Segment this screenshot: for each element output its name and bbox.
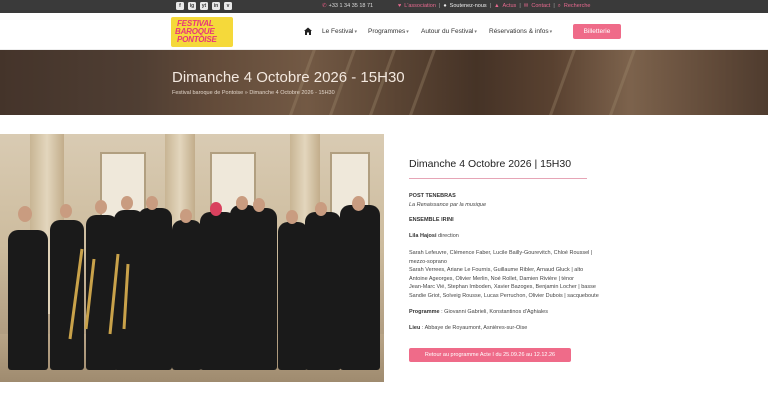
chevron-down-icon: ▾ xyxy=(406,29,409,35)
program-subtitle: La Renaissance par la musique xyxy=(409,202,487,208)
event-details: Dimanche 4 Octobre 2026 | 15H30 POST TEN… xyxy=(409,158,639,362)
musician-head xyxy=(18,206,32,222)
bell-icon: ▲ xyxy=(494,3,500,9)
musician-head xyxy=(236,196,248,210)
musician-head xyxy=(180,209,192,223)
nav-label: Le Festival xyxy=(322,28,354,35)
musician xyxy=(305,212,341,370)
musician-head xyxy=(60,204,72,218)
performer-line: Antoine Ageorges, Olivier Merlin, Noé Ro… xyxy=(409,275,574,282)
back-to-programme-button[interactable]: Retour au programme Acte I du 25.09.26 a… xyxy=(409,348,571,362)
musician xyxy=(138,208,172,370)
musician xyxy=(340,205,380,370)
nav-programmes[interactable]: Programmes▾ xyxy=(368,28,409,35)
musician-head xyxy=(210,202,222,216)
musician xyxy=(243,208,277,370)
performer-line: Sandie Griot, Solveig Rousse, Lucas Perr… xyxy=(409,292,599,299)
director-name: Lila Hajosi xyxy=(409,233,437,239)
director-role: direction xyxy=(436,233,459,239)
lieu-value: : Abbaye de Royaumont, Asnières-sur-Oise xyxy=(420,325,528,331)
main-header: FESTIVAL BAROQUE PONTOISE Le Festival▾ P… xyxy=(0,13,768,50)
breadcrumb: Festival baroque de Pontoise » Dimanche … xyxy=(172,90,335,96)
musician xyxy=(278,222,308,370)
lieu-label: Lieu xyxy=(409,325,421,331)
nav-label: Réservations & infos xyxy=(489,28,549,35)
top-link-soutenez[interactable]: Soutenez-nous xyxy=(450,3,487,10)
chevron-down-icon: ▾ xyxy=(474,29,477,35)
separator: | xyxy=(553,3,555,9)
top-link-actus[interactable]: Actus xyxy=(503,3,517,10)
top-link-association[interactable]: L'association xyxy=(404,3,436,10)
mail-icon: ✉ xyxy=(523,3,529,9)
billetterie-button[interactable]: Billetterie xyxy=(573,24,621,39)
chevron-down-icon: ▾ xyxy=(354,29,357,35)
nav-label: Programmes xyxy=(368,28,406,35)
performer-line: Jean-Marc Vié, Stephan Imboden, Xavier B… xyxy=(409,284,596,290)
director-line: Lila Hajosi direction xyxy=(409,232,459,241)
musician xyxy=(8,230,48,370)
musician xyxy=(172,220,202,370)
trombone-illustration xyxy=(68,248,130,340)
linkedin-icon[interactable]: in xyxy=(212,2,220,10)
musician-head xyxy=(121,196,133,210)
separator: | xyxy=(519,3,521,9)
musician-head xyxy=(352,196,365,211)
performer-line: Sarah Lefeuvre, Clémence Faber, Lucile B… xyxy=(409,250,593,256)
musician-head xyxy=(286,210,298,224)
performer-line: Sarah Verrees, Ariane Le Fournis, Guilla… xyxy=(409,267,584,273)
nav-autour[interactable]: Autour du Festival▾ xyxy=(421,28,477,35)
ensemble-name: ENSEMBLE IRINI xyxy=(409,217,454,223)
social-links: f ig yt in v xyxy=(176,2,232,10)
top-links: ♥ L'association | ● Soutenez-nous | ▲ Actus… xyxy=(398,3,590,10)
instagram-icon[interactable]: ig xyxy=(188,2,196,10)
separator: | xyxy=(489,3,492,9)
facebook-icon[interactable]: f xyxy=(176,2,184,10)
phone-link[interactable]: ✆ +33 1 34 35 18 71 xyxy=(322,3,373,9)
user-icon: ● xyxy=(443,3,447,9)
nav-reservations[interactable]: Réservations & infos▾ xyxy=(489,28,552,35)
separator: | xyxy=(438,3,441,9)
youtube-icon[interactable]: yt xyxy=(200,2,208,10)
logo-line-3: PONTOISE xyxy=(177,35,217,44)
nav-label: Autour du Festival xyxy=(421,28,474,35)
home-icon[interactable] xyxy=(303,26,313,36)
program-title: POST TENEBRAS xyxy=(409,193,456,199)
phone-icon: ✆ xyxy=(322,3,327,9)
musician-head xyxy=(315,202,327,216)
event-date-title: Dimanche 4 Octobre 2026 | 15H30 xyxy=(409,158,572,170)
title-divider xyxy=(409,178,587,179)
association-icon: ♥ xyxy=(398,3,402,9)
performer-line: mezzo-soprano xyxy=(409,258,447,265)
top-link-recherche[interactable]: Recherche xyxy=(564,3,591,10)
musician-head xyxy=(146,196,158,210)
search-icon: ⌕ xyxy=(557,3,561,9)
nav-le-festival[interactable]: Le Festival▾ xyxy=(322,28,357,35)
festival-logo[interactable]: FESTIVAL BAROQUE PONTOISE xyxy=(171,17,233,47)
hero-banner: Dimanche 4 Octobre 2026 - 15H30 Festival… xyxy=(0,50,768,115)
vimeo-icon[interactable]: v xyxy=(224,2,232,10)
programme-value: : Giovanni Gabrieli, Konstantinos d'Aghi… xyxy=(439,309,548,315)
programme-line: Programme : Giovanni Gabrieli, Konstanti… xyxy=(409,308,548,317)
chevron-down-icon: ▾ xyxy=(549,29,553,35)
page-title: Dimanche 4 Octobre 2026 - 15H30 xyxy=(172,69,405,86)
top-bar: f ig yt in v ✆ +33 1 34 35 18 71 ♥ L'assoc… xyxy=(0,0,768,13)
musician-head xyxy=(253,198,265,212)
top-link-contact[interactable]: Contact xyxy=(531,3,550,10)
phone-number: +33 1 34 35 18 71 xyxy=(328,3,374,9)
programme-label: Programme xyxy=(409,309,440,315)
lieu-line: Lieu : Abbaye de Royaumont, Asnières-sur… xyxy=(409,324,527,333)
ensemble-photo xyxy=(0,134,384,382)
musician-head xyxy=(95,200,107,214)
